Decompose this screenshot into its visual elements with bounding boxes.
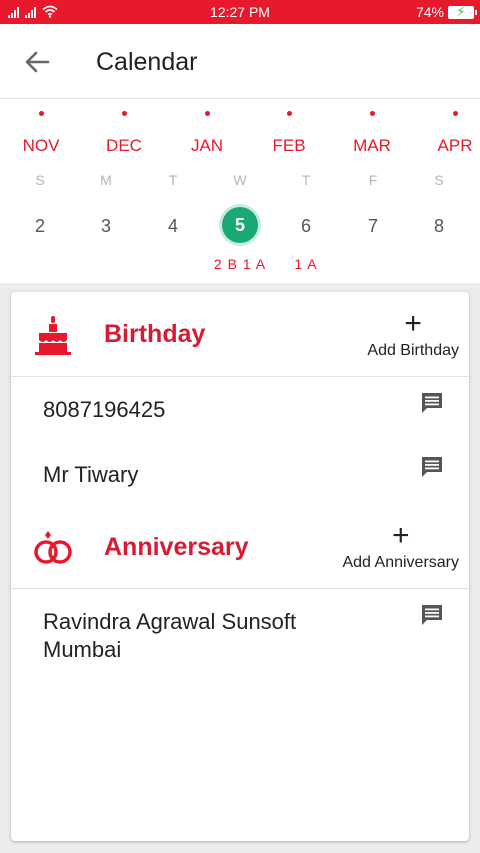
birthday-cake-icon <box>35 316 71 361</box>
month-mar[interactable]: MAR <box>342 136 402 156</box>
selected-day[interactable]: 5 <box>222 207 258 243</box>
month-jan[interactable]: JAN <box>177 136 237 156</box>
add-anniversary-button[interactable]: + Add Anniversary <box>342 519 459 572</box>
page-title: Calendar <box>96 48 198 76</box>
month-dot <box>342 111 402 116</box>
birthday-title: Birthday <box>104 320 206 348</box>
day-cell[interactable]: 8 <box>409 216 469 237</box>
events-card: Birthday + Add Birthday 8087196425 Mr Ti… <box>11 292 469 841</box>
battery-percent: 74% <box>415 4 444 20</box>
weekday-label: T <box>168 172 178 188</box>
month-dot <box>94 111 154 116</box>
message-icon[interactable] <box>421 456 443 478</box>
weekday-label: M <box>100 172 112 188</box>
add-birthday-button[interactable]: + Add Birthday <box>367 307 459 360</box>
weekday-label: S <box>35 172 45 188</box>
day-cell[interactable]: 2 <box>10 216 70 237</box>
app-bar: Calendar <box>0 24 480 99</box>
month-dec[interactable]: DEC <box>94 136 154 156</box>
day-event-count: 2 B 1 A <box>213 256 267 272</box>
anniversary-title: Anniversary <box>104 533 249 561</box>
add-anniversary-label: Add Anniversary <box>342 554 459 571</box>
battery-icon: ⚡ <box>448 4 477 19</box>
add-birthday-label: Add Birthday <box>367 342 459 359</box>
month-feb[interactable]: FEB <box>259 136 319 156</box>
day-event-count: 1 A <box>294 256 318 272</box>
back-arrow-icon[interactable] <box>22 48 52 76</box>
month-dot <box>259 111 319 116</box>
month-apr[interactable]: APR <box>425 136 480 156</box>
day-cell[interactable]: 4 <box>143 216 203 237</box>
month-dot <box>11 111 71 116</box>
divider <box>11 588 469 589</box>
anniversary-entry[interactable]: Ravindra Agrawal Sunsoft Mumbai <box>43 608 296 664</box>
message-icon[interactable] <box>421 392 443 414</box>
month-dot <box>425 111 480 116</box>
weekday-label: S <box>434 172 444 188</box>
anniversary-rings-icon <box>31 529 75 572</box>
status-time: 12:27 PM <box>210 4 270 20</box>
weekday-label: T <box>301 172 311 188</box>
plus-icon: + <box>391 519 410 552</box>
message-icon[interactable] <box>421 604 443 626</box>
month-dot <box>177 111 237 116</box>
weekday-label: W <box>233 172 247 188</box>
month-nov[interactable]: NOV <box>11 136 71 156</box>
day-cell[interactable]: 6 <box>276 216 336 237</box>
calendar-strip: NOV DEC JAN FEB MAR APR S M T W T F S 2 … <box>0 99 480 283</box>
birthday-entry[interactable]: Mr Tiwary <box>43 461 138 489</box>
birthday-entry[interactable]: 8087196425 <box>43 396 165 424</box>
weekday-label: F <box>368 172 378 188</box>
divider <box>11 376 469 377</box>
day-cell[interactable]: 3 <box>76 216 136 237</box>
status-bar: 12:27 PM 74% ⚡ <box>0 0 480 24</box>
day-cell[interactable]: 7 <box>343 216 403 237</box>
plus-icon: + <box>404 307 422 340</box>
